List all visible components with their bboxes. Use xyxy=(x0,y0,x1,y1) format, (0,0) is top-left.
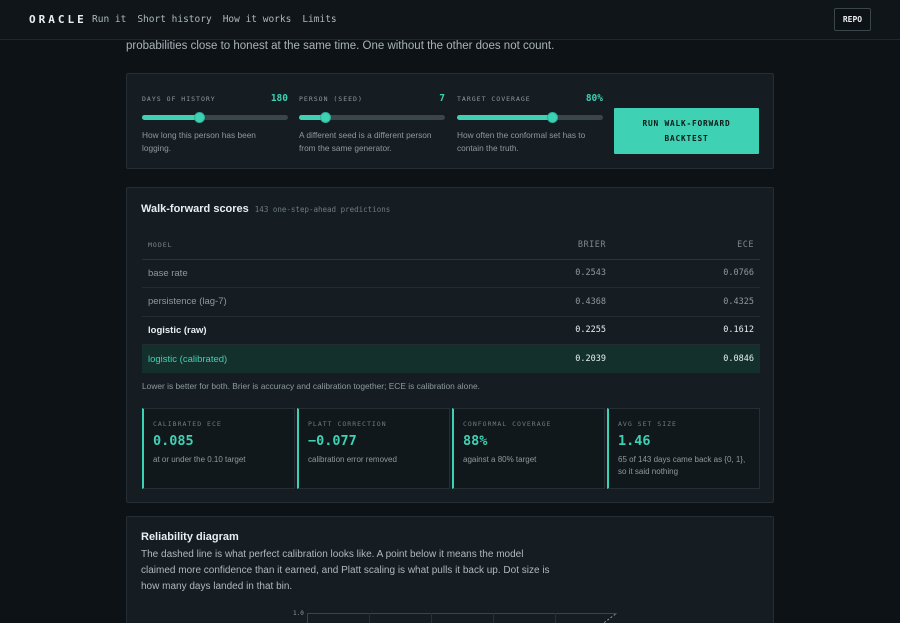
stat-desc: against a 80% target xyxy=(463,455,537,464)
grid-line xyxy=(369,613,370,623)
diagonal-reference-line xyxy=(602,613,617,623)
days-value: 180 xyxy=(270,93,288,104)
stat-value: 0.085 xyxy=(153,433,194,449)
reliability-title: Reliability diagram xyxy=(141,531,239,543)
grid-line xyxy=(493,613,494,623)
stat-value: −0.077 xyxy=(308,433,357,449)
stat-card-calibrated-ece: CALIBRATED ECE 0.085 at or under the 0.1… xyxy=(142,408,295,489)
table-row: base rate 0.2543 0.0766 xyxy=(142,259,760,288)
seed-slider[interactable] xyxy=(299,112,445,123)
grid-line xyxy=(555,613,556,623)
days-label: DAYS OF HISTORY xyxy=(142,95,216,103)
scores-panel: Walk-forward scores 143 one-step-ahead pr… xyxy=(126,187,774,503)
row-model: persistence (lag-7) xyxy=(142,287,471,317)
seed-control: PERSON (SEED) 7 A different seed is a di… xyxy=(299,93,445,155)
repo-button[interactable]: REPO xyxy=(834,8,871,31)
stat-card-conformal-coverage: CONFORMAL COVERAGE 88% against a 80% tar… xyxy=(452,408,605,489)
days-slider-thumb[interactable] xyxy=(193,112,205,123)
stat-card-platt-correction: PLATT CORRECTION −0.077 calibration erro… xyxy=(297,408,450,489)
days-slider[interactable] xyxy=(142,112,288,123)
run-button-line-2: BACKTEST xyxy=(664,134,709,143)
seed-slider-thumb[interactable] xyxy=(320,112,332,123)
coverage-slider[interactable] xyxy=(457,112,603,123)
stat-label: PLATT CORRECTION xyxy=(308,420,387,428)
seed-value: 7 xyxy=(439,93,445,104)
nav-link-run-it[interactable]: Run it xyxy=(92,14,126,25)
coverage-desc: How often the conformal set has to conta… xyxy=(457,130,586,153)
reliability-desc: The dashed line is what perfect calibrat… xyxy=(141,549,550,592)
row-ece: 0.0846 xyxy=(612,344,760,373)
nav-links: Run it Short history How it works Limits xyxy=(92,14,337,25)
row-brier: 0.2255 xyxy=(470,316,612,345)
controls-panel: DAYS OF HISTORY 180 How long this person… xyxy=(126,73,774,169)
brand-logo[interactable]: ORACLE xyxy=(29,13,87,26)
days-desc: How long this person has been logging. xyxy=(142,130,256,153)
row-brier: 0.4368 xyxy=(470,287,612,317)
coverage-label: TARGET COVERAGE xyxy=(457,95,531,103)
row-model: base rate xyxy=(142,259,471,288)
header-brier: BRIER xyxy=(470,231,612,260)
header-model: MODEL xyxy=(142,231,471,260)
table-header: MODEL BRIER ECE xyxy=(142,231,760,260)
run-backtest-button[interactable]: RUN WALK-FORWARD BACKTEST xyxy=(614,108,759,154)
stat-card-avg-set-size: AVG SET SIZE 1.46 65 of 143 days came ba… xyxy=(607,408,760,489)
row-brier: 0.2039 xyxy=(470,344,612,373)
stat-desc: calibration error removed xyxy=(308,455,397,464)
coverage-control: TARGET COVERAGE 80% How often the confor… xyxy=(457,93,603,155)
top-nav: ORACLE Run it Short history How it works… xyxy=(0,0,900,40)
scores-title: Walk-forward scores 143 one-step-ahead pr… xyxy=(141,203,390,215)
stat-value: 1.46 xyxy=(618,433,651,449)
header-ece: ECE xyxy=(612,231,760,260)
stat-value: 88% xyxy=(463,433,488,449)
stat-label: CONFORMAL COVERAGE xyxy=(463,420,552,428)
stat-desc: 65 of 143 days came back as {0, 1}, so i… xyxy=(618,455,746,476)
reliability-ytick: 1.0 xyxy=(293,610,304,617)
table-row: logistic (raw) 0.2255 0.1612 xyxy=(142,316,760,345)
intro-text: probabilities close to honest at the sam… xyxy=(126,40,555,52)
run-button-line-1: RUN WALK-FORWARD xyxy=(642,119,731,128)
stat-label: AVG SET SIZE xyxy=(618,420,677,428)
row-model: logistic (calibrated) xyxy=(142,344,471,373)
seed-desc: A different seed is a different person f… xyxy=(299,130,432,153)
grid-line xyxy=(431,613,432,623)
scores-note: Lower is better for both. Brier is accur… xyxy=(142,381,480,391)
scores-table: MODEL BRIER ECE base rate 0.2543 0.0766 … xyxy=(142,231,760,373)
reliability-plot-area xyxy=(307,613,617,623)
stat-cards: CALIBRATED ECE 0.085 at or under the 0.1… xyxy=(142,408,760,489)
reliability-panel: Reliability diagram The dashed line is w… xyxy=(126,516,774,623)
scores-title-text: Walk-forward scores xyxy=(141,203,249,215)
nav-link-how-it-works[interactable]: How it works xyxy=(223,14,292,25)
row-ece: 0.4325 xyxy=(612,287,760,317)
row-ece: 0.0766 xyxy=(612,259,760,288)
seed-label: PERSON (SEED) xyxy=(299,95,363,103)
nav-link-short-history[interactable]: Short history xyxy=(137,14,211,25)
row-ece: 0.1612 xyxy=(612,316,760,345)
table-row-highlighted: logistic (calibrated) 0.2039 0.0846 xyxy=(142,344,760,373)
table-row: persistence (lag-7) 0.4368 0.4325 xyxy=(142,287,760,317)
days-control: DAYS OF HISTORY 180 How long this person… xyxy=(142,93,288,155)
row-brier: 0.2543 xyxy=(470,259,612,288)
stat-label: CALIBRATED ECE xyxy=(153,420,222,428)
nav-link-limits[interactable]: Limits xyxy=(302,14,336,25)
coverage-value: 80% xyxy=(585,93,603,104)
coverage-slider-thumb[interactable] xyxy=(546,112,558,123)
row-model: logistic (raw) xyxy=(142,316,471,345)
stat-desc: at or under the 0.10 target xyxy=(153,455,246,464)
scores-subtitle: 143 one-step-ahead predictions xyxy=(254,205,391,214)
